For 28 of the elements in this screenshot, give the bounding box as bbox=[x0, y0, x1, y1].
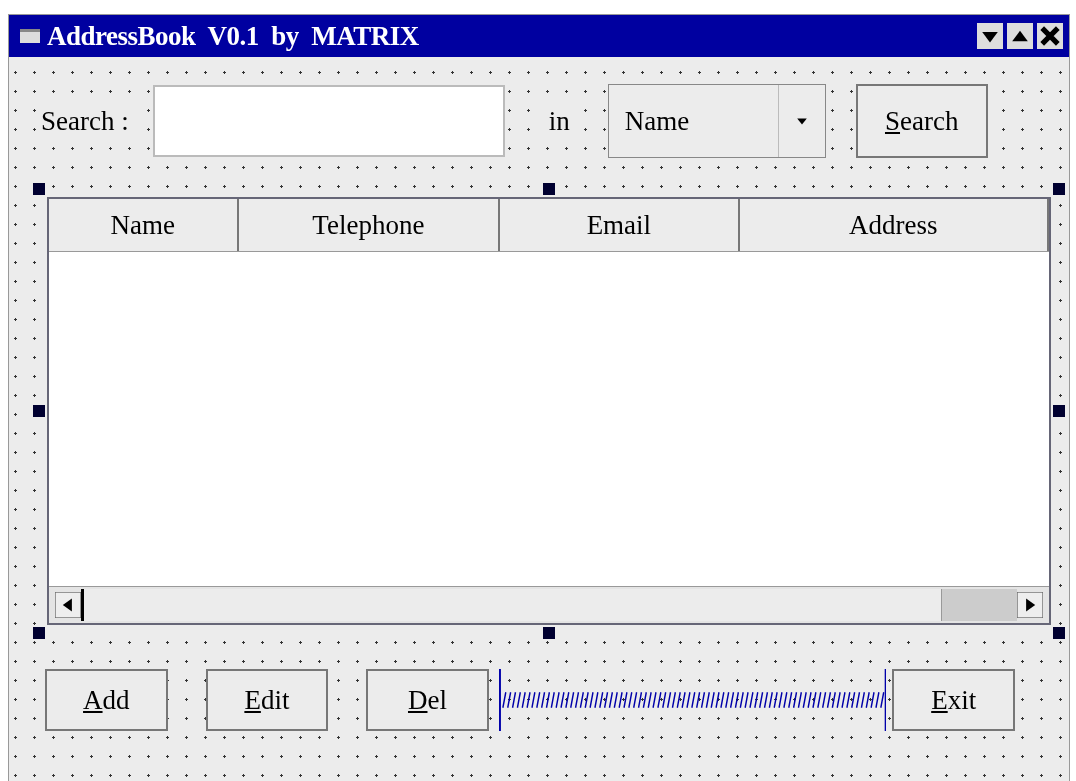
column-header[interactable]: Email bbox=[500, 199, 740, 251]
column-header[interactable]: Telephone bbox=[238, 199, 501, 251]
selection-handle[interactable] bbox=[33, 405, 45, 417]
scroll-right-icon[interactable] bbox=[1017, 592, 1043, 618]
window-title: AddressBook V0.1 by MATRIX bbox=[47, 20, 419, 52]
action-button[interactable]: Exit bbox=[892, 669, 1015, 731]
selection-handle[interactable] bbox=[33, 627, 45, 639]
action-button[interactable]: Edit bbox=[205, 669, 329, 731]
search-field[interactable] bbox=[152, 85, 505, 157]
maximize-icon[interactable] bbox=[1007, 23, 1033, 49]
minimize-icon[interactable] bbox=[977, 23, 1003, 49]
scope-dropdown[interactable]: Name bbox=[607, 84, 826, 158]
selection-handle[interactable] bbox=[543, 183, 555, 195]
action-button[interactable]: Del bbox=[366, 669, 489, 731]
selection-handle[interactable] bbox=[543, 627, 555, 639]
window-icon bbox=[19, 29, 41, 43]
column-header[interactable]: Name bbox=[49, 199, 239, 251]
selection-handle[interactable] bbox=[1053, 183, 1065, 195]
scroll-thumb[interactable] bbox=[81, 589, 943, 621]
action-button[interactable]: Add bbox=[45, 669, 168, 731]
scroll-left-icon[interactable] bbox=[55, 592, 81, 618]
close-icon[interactable] bbox=[1037, 23, 1063, 49]
horizontal-scrollbar[interactable] bbox=[49, 586, 1049, 623]
selection-handle[interactable] bbox=[1053, 627, 1065, 639]
search-button[interactable]: Search bbox=[855, 84, 988, 158]
column-header[interactable]: Address bbox=[739, 199, 1049, 251]
selection-handle[interactable] bbox=[33, 183, 45, 195]
selection-handle[interactable] bbox=[1053, 405, 1065, 417]
